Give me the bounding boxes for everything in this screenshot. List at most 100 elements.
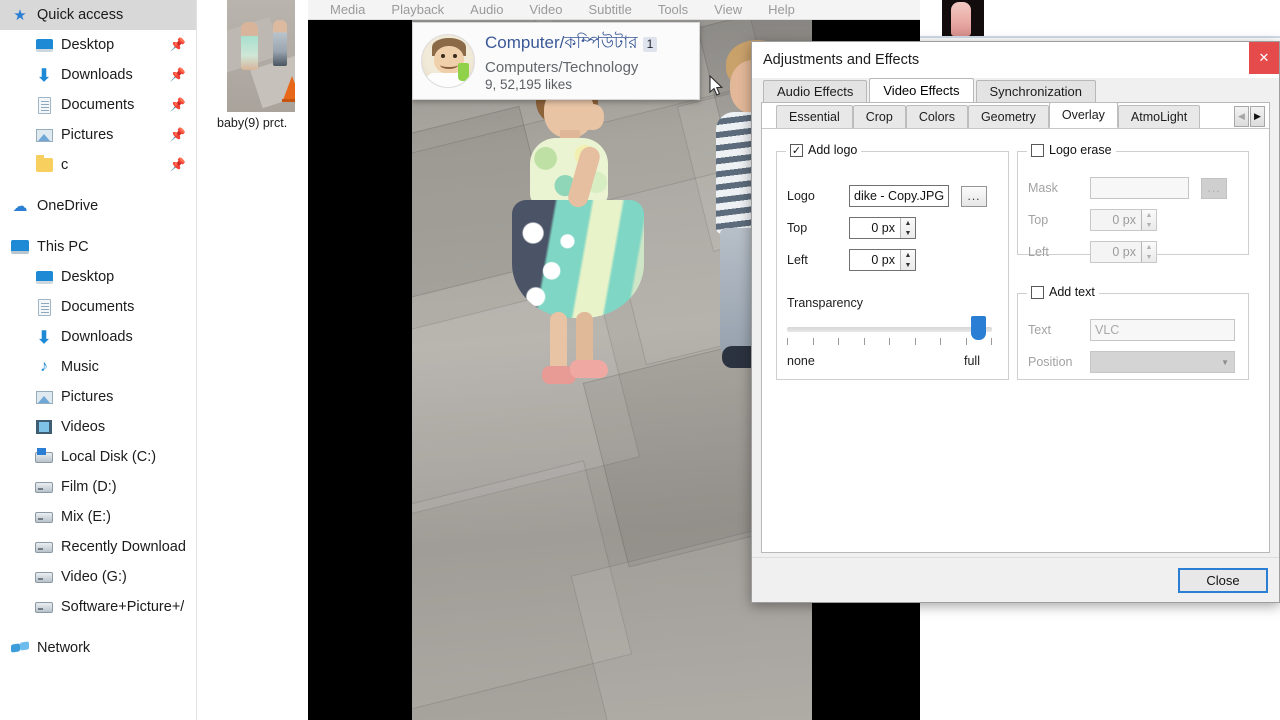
sidebar-item-film-d[interactable]: Film (D:) [0,472,196,502]
sidebar-item-videos[interactable]: Videos [0,412,196,442]
sidebar-item-documents[interactable]: Documents 📌 [0,90,196,120]
tab-overlay[interactable]: Overlay [1048,102,1118,128]
tab-audio-effects[interactable]: Audio Effects [763,80,868,102]
chevron-right-icon[interactable]: ▶ [1250,106,1265,127]
pictures-icon [34,387,54,407]
sidebar-item-mix-e[interactable]: Mix (E:) [0,502,196,532]
close-icon[interactable]: ✕ [1249,42,1279,74]
toddler-girl-figure [504,60,654,420]
spinner-down-icon: ▼ [1145,221,1153,229]
add-text-checkbox[interactable]: Add text [1027,285,1099,299]
sidebar-item-video-g[interactable]: Video (G:) [0,562,196,592]
spinner-buttons[interactable]: ▲ ▼ [900,218,915,238]
logo-row: Logo dike - Copy.JPG ... [787,185,1002,207]
logo-browse-button[interactable]: ... [961,185,987,207]
menu-item-help[interactable]: Help [768,2,795,17]
sidebar-item-downloads[interactable]: ⬇ Downloads 📌 [0,60,196,90]
avatar-flask-icon [458,63,469,81]
position-label: Position [1028,355,1073,369]
menu-item-video[interactable]: Video [529,2,562,17]
spinner-down-icon[interactable]: ▼ [901,260,915,270]
dialog-title-bar[interactable]: Adjustments and Effects ✕ [752,42,1279,78]
spinner-down-icon[interactable]: ▼ [901,228,915,238]
tab-geometry[interactable]: Geometry [967,105,1049,128]
sidebar-item-software-picture[interactable]: Software+Picture+/ [0,592,196,622]
pin-icon[interactable]: 📌 [170,127,186,143]
sidebar-item-quick-access[interactable]: ★ Quick access [0,0,196,30]
sidebar-item-label: Documents [61,299,135,315]
sidebar-item-pc-pictures[interactable]: Pictures [0,382,196,412]
spinner-buttons[interactable]: ▲ ▼ [900,250,915,270]
local-disk-icon [34,447,54,467]
page-title: Computer/কম্পিউটার [485,33,638,52]
onedrive-cloud-icon: ☁ [12,198,28,215]
tab-colors[interactable]: Colors [905,105,968,128]
pin-icon[interactable]: 📌 [170,97,186,113]
leg [550,312,567,374]
add-logo-checkbox[interactable]: ✓ Add logo [786,143,862,157]
background-divider [920,36,1280,38]
sidebar-item-desktop[interactable]: Desktop 📌 [0,30,196,60]
tab-essential[interactable]: Essential [776,105,853,128]
sidebar-item-pictures[interactable]: Pictures 📌 [0,120,196,150]
tab-synchronization[interactable]: Synchronization [975,80,1097,102]
tab-scroll-controls: ◀ ▶ [1234,106,1265,127]
tab-atmolight[interactable]: AtmoLight [1117,105,1201,128]
sidebar-item-music[interactable]: ♪ Music [0,352,196,382]
tab-video-effects[interactable]: Video Effects [869,78,974,102]
menu-item-audio[interactable]: Audio [470,2,503,17]
logo-erase-checkbox[interactable]: Logo erase [1027,143,1116,157]
sidebar-item-network[interactable]: Network [0,633,196,663]
erase-top-row: Top 0 px ▲ ▼ [1028,209,1243,231]
pin-icon[interactable]: 📌 [170,67,186,83]
sidebar-item-c[interactable]: c 📌 [0,150,196,180]
transparency-slider[interactable] [787,316,992,340]
sidebar-item-this-pc[interactable]: This PC [0,232,196,262]
transparency-label: Transparency [787,296,863,310]
spinner-up-icon[interactable]: ▲ [901,250,915,260]
desktop-screen: ★ Quick access Desktop 📌 ⬇ Downloads 📌 D… [0,0,1280,720]
menu-item-tools[interactable]: Tools [658,2,688,17]
background-photo [942,0,984,36]
file-explorer-nav-pane: ★ Quick access Desktop 📌 ⬇ Downloads 📌 D… [0,0,197,720]
transparency-slider-handle[interactable] [970,316,986,340]
file-thumbnail-image[interactable] [227,0,295,112]
avatar-eye [453,54,457,58]
drive-icon [34,597,54,617]
logo-path-input[interactable]: dike - Copy.JPG [849,185,949,207]
transparency-slider-ticks [787,338,992,345]
logo-top-spinner[interactable]: 0 px ▲ ▼ [849,217,916,239]
pictures-icon [34,125,54,145]
menu-item-media[interactable]: Media [330,2,365,17]
chevron-left-icon[interactable]: ◀ [1234,106,1249,127]
sidebar-item-pc-downloads[interactable]: ⬇ Downloads [0,322,196,352]
erase-left-spinner: 0 px ▲ ▼ [1090,241,1157,263]
close-button[interactable]: Close [1178,567,1268,593]
sidebar-item-pc-documents[interactable]: Documents [0,292,196,322]
add-logo-label: Add logo [808,143,858,157]
logo-left-label: Left [787,253,808,267]
spinner-up-icon: ▲ [1145,211,1153,219]
pin-icon[interactable]: 📌 [170,37,186,53]
text-row: Text VLC [1028,319,1243,341]
menu-item-view[interactable]: View [714,2,742,17]
sidebar-item-label: Video (G:) [61,569,127,585]
sidebar-item-onedrive[interactable]: ☁ OneDrive [0,191,196,221]
sidebar-item-recently-download[interactable]: Recently Download [0,532,196,562]
page-category: Computers/Technology [485,59,639,76]
file-thumbnail-label: baby(9) prct. [217,116,288,130]
text-label: Text [1028,323,1051,337]
logo-top-value: 0 px [871,221,895,235]
add-text-group: Add text Text VLC Position ▼ [1017,285,1249,380]
sidebar-item-local-disk-c[interactable]: Local Disk (C:) [0,442,196,472]
this-pc-icon [10,237,30,257]
logo-left-spinner[interactable]: 0 px ▲ ▼ [849,249,916,271]
pin-icon[interactable]: 📌 [170,157,186,173]
desktop-icon [34,35,54,55]
menu-item-playback[interactable]: Playback [391,2,444,17]
menu-item-subtitle[interactable]: Subtitle [588,2,631,17]
spinner-up-icon[interactable]: ▲ [901,218,915,228]
tab-crop[interactable]: Crop [852,105,906,128]
sidebar-item-pc-desktop[interactable]: Desktop [0,262,196,292]
